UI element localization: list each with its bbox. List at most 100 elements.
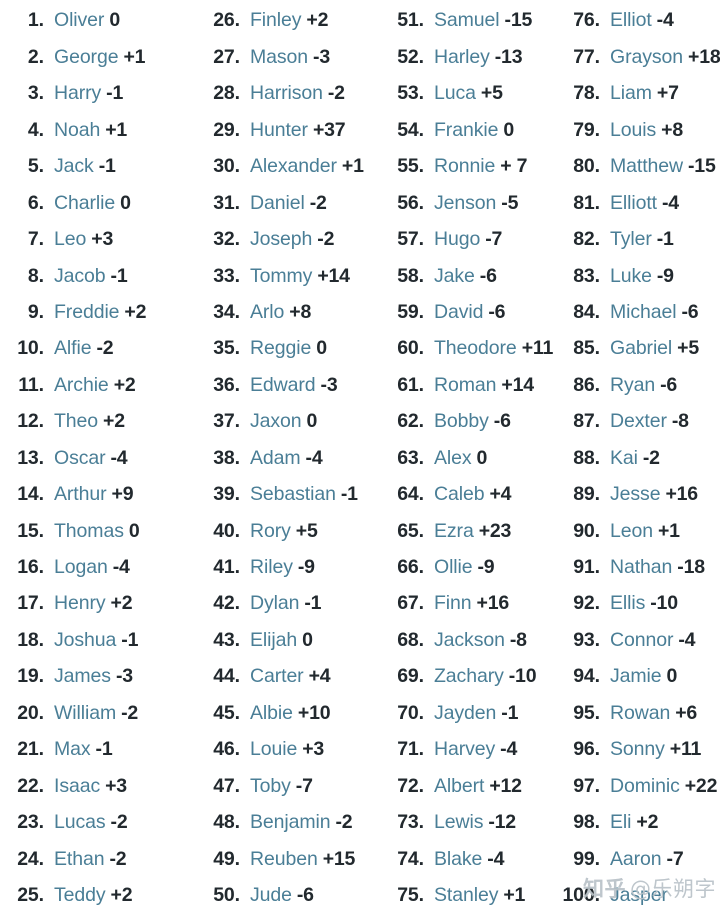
entry-name: George: [54, 45, 119, 68]
entry-name: Max: [54, 738, 91, 761]
entry-rank-change: -15: [688, 155, 716, 178]
entry-name: Arlo: [250, 300, 285, 323]
entry-name: Charlie: [54, 191, 116, 214]
name-entry: 75. Stanley +1: [384, 878, 554, 914]
name-entry: 46. Louie +3: [200, 732, 375, 768]
entry-rank: 91.: [573, 556, 600, 579]
entry-rank: 28.: [213, 82, 240, 105]
entry-rank: 10.: [17, 337, 44, 360]
entry-rank-change: 0: [128, 519, 140, 542]
name-entry: 47. Toby -7: [200, 768, 375, 804]
entry-rank: 73.: [397, 811, 424, 834]
entry-name: Alexander: [250, 155, 337, 178]
entry-name: Adam: [250, 446, 301, 469]
entry-name: Kai: [610, 446, 638, 469]
entry-rank: 44.: [213, 665, 240, 688]
entry-name: Sebastian: [250, 483, 336, 506]
entry-name: Jude: [250, 883, 292, 906]
name-entry: 63. Alex 0: [384, 440, 554, 476]
entry-name: Hunter: [250, 118, 308, 141]
name-entry: 85. Gabriel +5: [560, 331, 720, 367]
entry-rank: 97.: [573, 774, 600, 797]
name-entry: 2. George +1: [4, 39, 192, 75]
name-column-2: 51. Samuel -15 52. Harley -13 53. Luca +5 54. Fran…: [375, 3, 554, 914]
entry-rank-change: +3: [302, 738, 325, 761]
name-entry: 39. Sebastian -1: [200, 477, 375, 513]
entry-rank: 3.: [27, 82, 44, 105]
name-entry: 66. Ollie -9: [384, 550, 554, 586]
entry-rank-change: 0: [109, 9, 120, 32]
entry-rank-change: +2: [636, 811, 659, 834]
entry-name: Jesse: [610, 483, 661, 506]
entry-name: Samuel: [434, 9, 500, 32]
entry-rank: 43.: [213, 628, 240, 651]
entry-rank-change: -4: [110, 446, 128, 469]
entry-name: Eli: [610, 811, 632, 834]
entry-rank-change: +1: [503, 883, 526, 906]
entry-rank-change: -2: [642, 446, 660, 469]
name-entry: 35. Reggie 0: [200, 331, 375, 367]
entry-rank: 39.: [213, 483, 240, 506]
entry-name: Henry: [54, 592, 106, 615]
name-entry: 51. Samuel -15: [384, 3, 554, 39]
entry-rank-change: -13: [494, 45, 523, 68]
entry-name: Jaxon: [250, 410, 302, 433]
entry-rank: 96.: [573, 738, 600, 761]
entry-rank: 29.: [213, 118, 240, 141]
entry-rank: 84.: [573, 300, 600, 323]
entry-rank: 94.: [573, 665, 600, 688]
entry-name: Noah: [54, 118, 101, 141]
entry-name: Rowan: [610, 701, 671, 724]
entry-name: Tommy: [250, 264, 313, 287]
entry-rank: 89.: [573, 483, 600, 506]
entry-rank-change: 0: [316, 337, 327, 360]
entry-rank: 52.: [397, 45, 424, 68]
entry-name: Finley: [250, 9, 302, 32]
name-entry: 55. Ronnie + 7: [384, 149, 554, 185]
entry-rank: 1.: [27, 9, 44, 32]
entry-rank-change: +10: [297, 701, 331, 724]
entry-name: Jack: [54, 155, 94, 178]
entry-rank-change: +22: [684, 774, 718, 797]
name-entry: 30. Alexander +1: [200, 149, 375, 185]
entry-rank-change: -6: [493, 410, 511, 433]
entry-rank-change: -8: [509, 628, 527, 651]
name-entry: 94. Jamie 0: [560, 659, 720, 695]
entry-rank: 46.: [213, 738, 240, 761]
name-entry: 52. Harley -13: [384, 39, 554, 75]
entry-rank-change: +3: [105, 774, 127, 797]
entry-name: Harry: [54, 82, 102, 105]
entry-rank: 76.: [573, 9, 600, 32]
entry-rank: 70.: [397, 701, 424, 724]
entry-name: Sonny: [610, 738, 665, 761]
entry-rank-change: +5: [677, 337, 700, 360]
entry-rank-change: +2: [110, 592, 133, 615]
entry-rank: 82.: [573, 228, 600, 251]
entry-rank-change: -6: [488, 300, 506, 323]
entry-name: Carter: [250, 665, 304, 688]
name-entry: 19. James -3: [4, 659, 192, 695]
name-entry: 78. Liam +7: [560, 76, 720, 112]
entry-rank: 38.: [213, 446, 240, 469]
entry-rank-change: -6: [479, 264, 497, 287]
entry-name: Reuben: [250, 847, 318, 870]
entry-rank: 9.: [27, 300, 44, 323]
entry-name: Gabriel: [610, 337, 673, 360]
entry-rank-change: -10: [650, 592, 678, 615]
entry-rank: 17.: [17, 592, 44, 615]
entry-rank: 42.: [213, 592, 240, 615]
entry-name: Jenson: [434, 191, 497, 214]
entry-rank-change: -1: [95, 738, 113, 761]
entry-rank-change: -2: [327, 82, 345, 105]
name-entry: 76. Elliot -4: [560, 3, 720, 39]
entry-rank: 7.: [27, 228, 44, 251]
entry-name: Luke: [610, 264, 652, 287]
name-entry: 25. Teddy +2: [4, 878, 192, 914]
entry-rank-change: +8: [289, 300, 312, 323]
entry-rank-change: +2: [306, 9, 329, 32]
entry-rank: 75.: [397, 883, 424, 906]
entry-rank-change: -2: [121, 701, 139, 724]
entry-name: Logan: [54, 556, 108, 579]
name-entry: 21. Max -1: [4, 732, 192, 768]
entry-name: Oscar: [54, 446, 106, 469]
